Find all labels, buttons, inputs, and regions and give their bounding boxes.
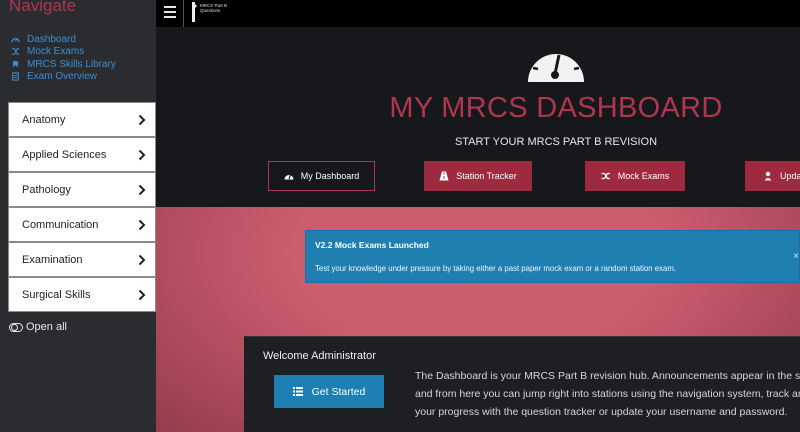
hamburger-menu-icon[interactable] [164,6,176,18]
get-started-button[interactable]: Get Started [274,375,384,408]
sidebar-title: Navigate [9,0,77,15]
welcome-text-line: and from here you can jump right into st… [415,388,800,400]
accordion-surgical-skills[interactable]: Surgical Skills [8,277,156,312]
list-icon [292,387,303,396]
top-bar [156,0,800,27]
site-logo[interactable]: MRCS Part B Questions [190,1,234,23]
accordion-communication[interactable]: Communication [8,207,156,242]
announcement-alert: V2.2 Mock Exams Launched Test your knowl… [305,230,800,283]
open-all-label: Open all [26,321,67,333]
sidebar-link-dashboard[interactable]: Dashboard [10,34,76,45]
page-subtitle: START YOUR MRCS PART B REVISION [454,136,658,148]
accordion-label: Surgical Skills [22,288,91,301]
welcome-panel: Welcome Administrator Get Started The Da… [244,336,800,432]
accordion-pathology[interactable]: Pathology [8,172,156,207]
page-title: MY MRCS DASHBOARD [389,92,723,124]
chevron-right-icon [138,254,146,266]
my-dashboard-button[interactable]: My Dashboard [268,161,375,191]
accordion-label: Examination [22,253,83,266]
sidebar-link-label: Exam Overview [27,71,98,82]
accordion-examination[interactable]: Examination [8,242,156,277]
toggle-icon [9,322,23,332]
alert-title: V2.2 Mock Exams Launched [315,240,429,250]
logo-mark-icon [192,2,197,22]
user-icon [763,171,773,181]
button-label: Update [780,171,800,181]
sidebar-link-mock-exams[interactable]: Mock Exams [10,46,84,57]
station-tracker-button[interactable]: Station Tracker [424,161,532,191]
sidebar-link-label: Mock Exams [27,46,85,57]
shuffle-icon [601,171,611,181]
chevron-right-icon [138,219,146,231]
chevron-right-icon [138,114,146,126]
button-label: Station Tracker [456,171,517,181]
mock-exams-button[interactable]: Mock Exams [585,161,685,191]
welcome-text-line: The Dashboard is your MRCS Part B revisi… [415,370,800,382]
open-all-toggle[interactable]: Open all [9,321,67,333]
gauge-icon [10,35,20,45]
tooth-icon [10,60,20,70]
accordion-applied-sciences[interactable]: Applied Sciences [8,137,156,172]
chevron-right-icon [138,184,146,196]
sidebar-link-label: MRCS Skills Library [27,59,116,70]
dashboard-gauge-icon [528,46,584,82]
divider [183,0,184,27]
close-icon[interactable]: × [793,251,799,262]
chevron-right-icon [138,149,146,161]
welcome-text: The Dashboard is your MRCS Part B revisi… [415,367,800,421]
welcome-title: Welcome Administrator [263,350,376,362]
button-label: Mock Exams [617,171,670,181]
sidebar-link-exam-overview[interactable]: Exam Overview [10,71,97,82]
welcome-text-line: your progress with the question tracker … [415,406,788,418]
road-icon [439,171,449,181]
document-icon [10,72,20,82]
alert-text: Test your knowledge under pressure by ta… [315,264,677,273]
accordion-label: Applied Sciences [22,148,107,161]
shuffle-icon [10,47,20,57]
accordion-label: Anatomy [22,113,66,126]
chevron-right-icon [138,289,146,301]
accordion-label: Pathology [22,183,71,196]
sidebar-link-label: Dashboard [27,34,76,45]
accordion-label: Communication [22,218,99,231]
accordion-anatomy[interactable]: Anatomy [8,102,156,137]
update-button[interactable]: Update [745,161,800,191]
logo-text: MRCS Part B Questions [200,3,228,13]
gauge-icon [284,171,294,181]
button-label: My Dashboard [300,171,360,181]
button-label: Get Started [311,385,366,398]
sidebar-link-skills-library[interactable]: MRCS Skills Library [10,59,116,70]
